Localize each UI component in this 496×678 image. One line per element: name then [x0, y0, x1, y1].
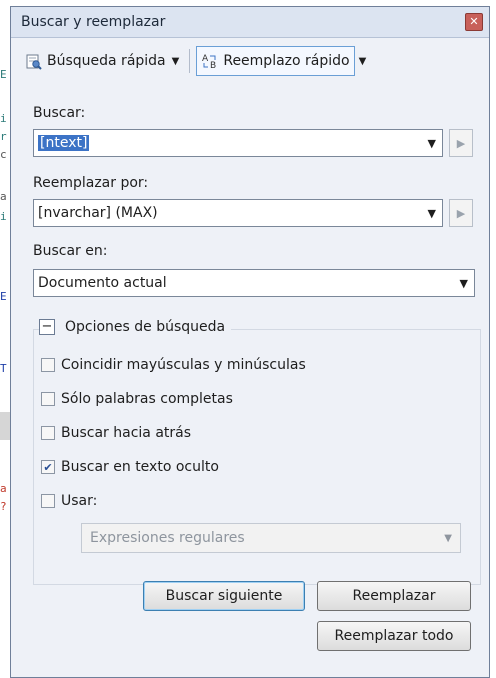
look-in-select[interactable]: Documento actual ▼ [33, 269, 475, 297]
replace-all-button[interactable]: Reemplazar todo [317, 621, 471, 651]
replace-label: Reemplazar por: [33, 175, 149, 191]
bg-code-fragment: a [0, 190, 7, 203]
bg-code-fragment: i [0, 112, 7, 125]
binoculars-icon [25, 52, 43, 70]
bg-code-fragment: c [0, 148, 7, 161]
bg-code-fragment: i [0, 210, 7, 223]
search-hidden-checkbox[interactable]: ✔ [41, 460, 55, 474]
find-expression-builder-button[interactable]: ▶ [449, 129, 473, 157]
dialog-title: Buscar y reemplazar [21, 14, 166, 30]
search-up-option[interactable]: Buscar hacia atrás [41, 425, 191, 441]
whole-word-checkbox[interactable] [41, 392, 55, 406]
chevron-down-icon: ▼ [444, 532, 452, 544]
svg-text:B: B [210, 61, 216, 70]
whole-word-option[interactable]: Sólo palabras completas [41, 391, 233, 407]
search-hidden-label: Buscar en texto oculto [61, 459, 219, 475]
find-input-value: [ntext] [38, 135, 90, 151]
chevron-down-icon[interactable]: ▼ [428, 137, 436, 150]
use-checkbox[interactable] [41, 494, 55, 508]
find-next-button[interactable]: Buscar siguiente [143, 581, 305, 611]
use-type-value: Expresiones regulares [90, 530, 245, 546]
use-label: Usar: [61, 493, 98, 509]
checkmark-icon: ✔ [43, 460, 53, 474]
toolbar: Búsqueda rápida ▼ AB Reemplazo rápido ▼ [21, 43, 366, 79]
search-options-header: − Opciones de búsqueda [39, 319, 232, 335]
match-case-option[interactable]: Coincidir mayúsculas y minúsculas [41, 357, 306, 373]
svg-text:A: A [202, 54, 209, 64]
find-label: Buscar: [33, 105, 86, 121]
quick-replace-dropdown-icon[interactable]: ▼ [359, 56, 367, 67]
replace-icon: AB [201, 52, 219, 70]
search-options-title: Opciones de búsqueda [65, 319, 226, 335]
title-bar[interactable]: Buscar y reemplazar ✕ [11, 7, 489, 38]
match-case-label: Coincidir mayúsculas y minúsculas [61, 357, 306, 373]
replace-button[interactable]: Reemplazar [317, 581, 471, 611]
toolbar-separator [189, 49, 191, 73]
bg-code-fragment: ? [0, 500, 7, 513]
bg-code-fragment: E [0, 68, 7, 81]
quick-replace-button[interactable]: AB Reemplazo rápido [196, 46, 355, 76]
search-up-label: Buscar hacia atrás [61, 425, 192, 441]
chevron-down-icon[interactable]: ▼ [428, 207, 436, 220]
bg-code-fragment: r [0, 130, 7, 143]
search-hidden-option[interactable]: ✔ Buscar en texto oculto [41, 459, 219, 475]
triangle-right-icon: ▶ [456, 206, 466, 220]
find-replace-dialog: Buscar y reemplazar ✕ Búsqueda rápida ▼ … [10, 6, 490, 678]
replace-input[interactable]: [nvarchar] (MAX) ▼ [33, 199, 443, 227]
collapse-icon[interactable]: − [39, 319, 55, 335]
bg-code-fragment: a [0, 482, 7, 495]
close-button[interactable]: ✕ [465, 13, 483, 31]
find-input[interactable]: [ntext] ▼ [33, 129, 443, 157]
triangle-right-icon: ▶ [456, 136, 466, 150]
quick-find-button[interactable]: Búsqueda rápida ▼ [21, 46, 183, 76]
bg-code-fragment: E [0, 290, 7, 303]
look-in-label: Buscar en: [33, 243, 108, 259]
match-case-checkbox[interactable] [41, 358, 55, 372]
replace-input-value: [nvarchar] (MAX) [38, 205, 158, 221]
look-in-value: Documento actual [38, 275, 167, 291]
chevron-down-icon: ▼ [171, 55, 180, 67]
replace-expression-builder-button[interactable]: ▶ [449, 199, 473, 227]
bg-code-fragment: T [0, 362, 7, 375]
use-type-select: Expresiones regulares ▼ [81, 523, 461, 553]
use-option[interactable]: Usar: [41, 493, 97, 509]
quick-replace-label: Reemplazo rápido [223, 53, 350, 69]
search-up-checkbox[interactable] [41, 426, 55, 440]
chevron-down-icon: ▼ [459, 276, 468, 290]
quick-find-label: Búsqueda rápida [47, 53, 166, 69]
whole-word-label: Sólo palabras completas [61, 391, 233, 407]
